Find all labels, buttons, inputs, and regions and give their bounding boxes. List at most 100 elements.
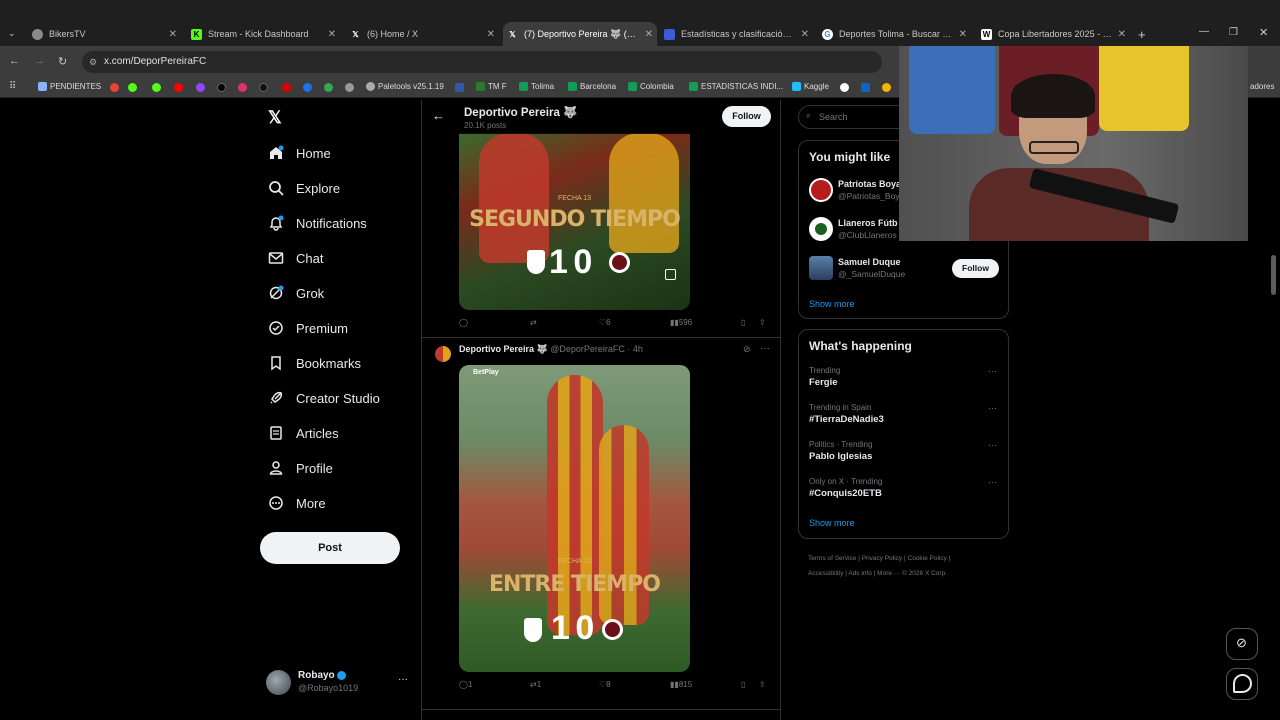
tab-kick-dashboard[interactable]: K Stream - Kick Dashboard ✕ [191,25,336,43]
more-dots-icon[interactable]: ··· [398,674,408,685]
more-dots-icon[interactable]: ··· [988,477,997,487]
repost-icon[interactable]: ⇄ 1 [530,680,541,689]
tiktok-icon[interactable] [259,83,268,92]
bookmark-estadisticas[interactable]: ESTADISTICAS INDI... [689,82,783,91]
follow-button[interactable]: Follow [722,106,771,127]
sidebar-item-grok[interactable]: Grok [268,285,324,301]
tab-close-icon[interactable]: ✕ [959,29,967,40]
footer-link[interactable]: Cookie Policy [908,555,947,562]
like-icon[interactable]: ♡ 6 [599,318,611,327]
x-logo-icon[interactable]: 𝕏 [268,108,282,128]
back-arrow-icon[interactable]: ← [9,55,20,67]
reply-icon[interactable]: ◯ 1 [459,680,472,689]
sidebar-item-bookmarks[interactable]: Bookmarks [268,355,361,371]
post-button[interactable]: Post [260,532,400,564]
show-more-link[interactable]: Show more [809,299,855,309]
gmail-icon[interactable] [110,83,119,92]
forward-arrow-icon[interactable]: → [34,55,45,67]
bookmark-tolima[interactable]: Tolima [519,82,554,91]
globe-icon[interactable] [345,83,354,92]
share-icon[interactable]: ⇪ [759,318,766,327]
more-dots-icon[interactable]: ··· [988,440,997,450]
sidebar-item-notifications[interactable]: Notifications [268,215,367,231]
tab-bikerstv[interactable]: BikersTV ✕ [32,25,177,43]
grok-icon[interactable]: ⊘ [743,344,751,355]
tab-list-chevron-icon[interactable]: ⌄ [8,28,16,39]
footer-link[interactable]: Privacy Policy [862,555,902,562]
x-icon[interactable] [217,83,226,92]
trend-item[interactable]: Trending Fergie ··· [809,366,999,388]
sidebar-item-more[interactable]: More [268,495,326,511]
minimize-icon[interactable]: — [1199,26,1209,37]
bookmark-icon[interactable]: ▯ [741,680,745,689]
youtube-icon[interactable] [174,83,183,92]
bookmark-tmf[interactable]: TM F [476,82,507,91]
share-icon[interactable]: ⇪ [759,680,766,689]
repost-icon[interactable]: ⇄ [530,318,537,327]
sidebar-item-chat[interactable]: Chat [268,250,323,266]
site-info-icon[interactable]: ⚙ [89,51,97,73]
tab-x-home[interactable]: 𝕏 (6) Home / X ✕ [350,25,495,43]
green-app-icon[interactable] [324,83,333,92]
bookmark-pendientes[interactable]: PENDIENTES [38,82,101,91]
scrollbar-thumb[interactable] [1271,255,1276,295]
instagram-icon[interactable] [238,83,247,92]
more-dots-icon[interactable]: ··· [760,343,770,354]
views-icon[interactable]: ▮▮ 815 [670,680,692,689]
chat-floating-button[interactable] [1226,668,1258,700]
bookmark-barcelona[interactable]: Barcelona [568,82,616,91]
sidebar-item-profile[interactable]: Profile [268,460,333,476]
red-app-icon[interactable] [282,83,291,92]
window-close-icon[interactable]: ✕ [1259,26,1268,39]
tab-close-icon[interactable]: ✕ [801,29,809,40]
like-icon[interactable]: ♡ 8 [599,680,611,689]
restore-icon[interactable]: ❐ [1229,27,1238,38]
linkedin-icon[interactable] [861,83,870,92]
more-dots-icon[interactable]: ··· [988,366,997,376]
suggested-account[interactable]: Samuel Duque @_SamuelDuque Follow [809,256,999,284]
reply-icon[interactable]: ◯ [459,318,468,327]
post-image[interactable]: FECHA 13 SEGUNDO TIEMPO 1 0 [459,133,690,310]
tab-google-search[interactable]: G Deportes Tolima - Buscar con G ✕ [822,25,967,43]
views-icon[interactable]: ▮▮ 596 [670,318,692,327]
back-arrow-icon[interactable]: ← [432,108,445,123]
kick-icon[interactable] [152,83,161,92]
post-item[interactable]: FECHA 13 SEGUNDO TIEMPO 1 0 ◯ ⇄ ♡ 6 ▮▮ 5… [422,100,780,338]
bookmark-icon[interactable]: ▯ [741,318,745,327]
account-switcher[interactable]: Robayo @Robayo1019 ··· [266,668,416,698]
github-icon[interactable] [840,83,849,92]
tab-wikipedia[interactable]: W Copa Libertadores 2025 - Wikip ✕ [981,25,1126,43]
tab-deportivo-pereira[interactable]: 𝕏 (7) Deportivo Pereira 🐺 (@De ✕ [503,22,657,46]
more-dots-icon[interactable]: ··· [988,403,997,413]
grok-floating-button[interactable]: ⊘ [1226,628,1258,660]
tab-close-icon[interactable]: ✕ [328,29,336,40]
show-more-link[interactable]: Show more [809,518,855,528]
reload-icon[interactable]: ↻ [58,55,67,68]
new-tab-plus-icon[interactable]: + [1138,27,1146,42]
sidebar-item-articles[interactable]: Articles [268,425,339,441]
bookmark-other[interactable]: adores [1250,82,1274,91]
trend-item[interactable]: Only on X · Trending #Conquis20ETB ··· [809,477,999,499]
post-item[interactable]: Deportivo Pereira 🐺 @DeporPereiraFC · 4h… [422,338,780,710]
tab-close-icon[interactable]: ✕ [645,29,653,40]
bookmark-kaggle[interactable]: Kaggle [792,82,829,91]
kick-icon[interactable] [128,83,137,92]
trend-item[interactable]: Politics · Trending Pablo Iglesias ··· [809,440,999,462]
footer-link[interactable]: Ads info [848,570,872,577]
app-icon[interactable] [455,83,464,92]
blue-app-icon[interactable] [303,83,312,92]
tab-close-icon[interactable]: ✕ [169,29,177,40]
follow-button[interactable]: Follow [952,259,999,278]
post-image[interactable]: BetPlay FECHA 13 ENTRE TIEMPO 1 0 [459,365,690,672]
sidebar-item-creator-studio[interactable]: Creator Studio [268,390,380,406]
apps-grid-icon[interactable]: ⠿ [9,81,16,92]
tab-close-icon[interactable]: ✕ [1118,29,1126,40]
sidebar-item-premium[interactable]: Premium [268,320,348,336]
sidebar-item-home[interactable]: Home [268,145,331,161]
sidebar-item-explore[interactable]: Explore [268,180,340,196]
footer-link[interactable]: Terms of Service [808,555,856,562]
twitch-icon[interactable] [196,83,205,92]
footer-link[interactable]: Accessibility [808,570,843,577]
tab-close-icon[interactable]: ✕ [487,29,495,40]
bookmark-colombia[interactable]: Colombia [628,82,674,91]
